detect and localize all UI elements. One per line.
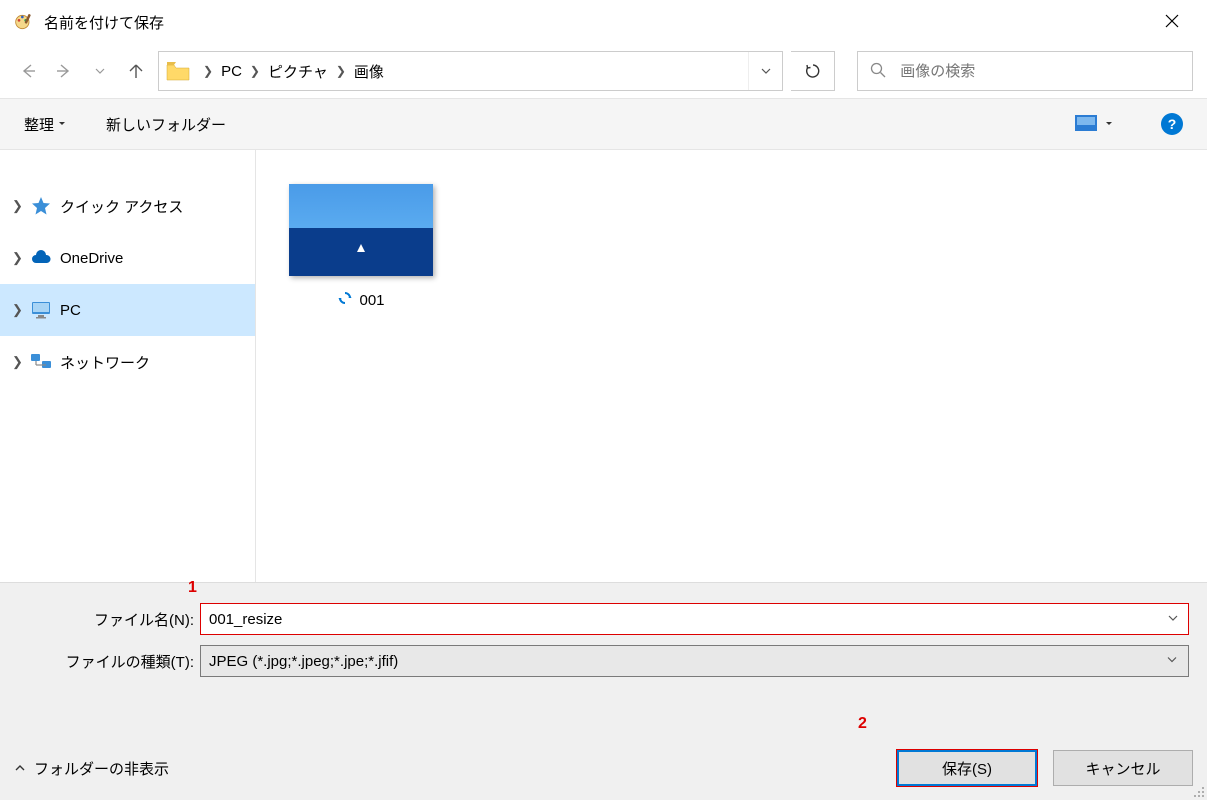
- chevron-right-icon: ❯: [12, 198, 24, 214]
- main-area: ❯ クイック アクセス ❯ OneDrive ❯ PC ❯ ネットワーク: [0, 150, 1207, 582]
- file-name: 001: [359, 292, 384, 309]
- search-input[interactable]: [900, 63, 1180, 80]
- breadcrumb-pictures[interactable]: ピクチャ: [266, 61, 330, 82]
- address-dropdown[interactable]: [748, 52, 782, 90]
- sidebar-network[interactable]: ❯ ネットワーク: [0, 336, 255, 388]
- sync-icon: [337, 290, 353, 310]
- window-title: 名前を付けて保存: [44, 12, 1151, 33]
- toolbar: 整理 新しいフォルダー ?: [0, 98, 1207, 150]
- sidebar-label: OneDrive: [60, 250, 123, 267]
- resize-grip[interactable]: [1191, 784, 1205, 798]
- annotation-2: 2: [858, 715, 867, 733]
- cancel-button[interactable]: キャンセル: [1053, 750, 1193, 786]
- refresh-button[interactable]: [791, 51, 835, 91]
- image-thumbnail: [289, 184, 433, 276]
- up-button[interactable]: [122, 57, 150, 85]
- star-icon: [30, 195, 52, 217]
- annotation-1: 1: [188, 579, 197, 597]
- titlebar: 名前を付けて保存: [0, 0, 1207, 44]
- chevron-right-icon: ❯: [250, 64, 260, 78]
- recent-dropdown[interactable]: [86, 57, 114, 85]
- sidebar-label: クイック アクセス: [60, 196, 183, 217]
- bottom-panel: 1 ファイル名(N): ファイルの種類(T): JPEG (*.jpg;*.jp…: [0, 582, 1207, 800]
- help-button[interactable]: ?: [1161, 113, 1183, 135]
- network-icon: [30, 351, 52, 373]
- pc-icon: [30, 299, 52, 321]
- chevron-up-icon: [14, 762, 26, 774]
- hide-folders-button[interactable]: フォルダーの非表示: [14, 758, 169, 779]
- sidebar-quick-access[interactable]: ❯ クイック アクセス: [0, 180, 255, 232]
- search-icon: [870, 62, 886, 80]
- view-mode-button[interactable]: [1075, 115, 1099, 133]
- save-button[interactable]: 保存(S): [897, 750, 1037, 786]
- address-bar[interactable]: ❯ PC ❯ ピクチャ ❯ 画像: [158, 51, 783, 91]
- navigation-bar: ❯ PC ❯ ピクチャ ❯ 画像: [0, 44, 1207, 98]
- file-label: 001: [337, 290, 384, 310]
- file-item[interactable]: 001: [286, 184, 436, 310]
- chevron-right-icon: ❯: [336, 64, 346, 78]
- sidebar: ❯ クイック アクセス ❯ OneDrive ❯ PC ❯ ネットワーク: [0, 150, 256, 582]
- breadcrumb: ❯ PC ❯ ピクチャ ❯ 画像: [197, 61, 748, 82]
- chevron-right-icon: ❯: [203, 64, 213, 78]
- paint-app-icon: [14, 12, 34, 32]
- close-button[interactable]: [1151, 4, 1193, 41]
- chevron-down-icon: [1166, 653, 1178, 670]
- filename-input[interactable]: [200, 603, 1189, 635]
- filetype-select[interactable]: JPEG (*.jpg;*.jpeg;*.jpe;*.jfif): [200, 645, 1189, 677]
- sidebar-pc[interactable]: ❯ PC: [0, 284, 255, 336]
- chevron-right-icon: ❯: [12, 250, 24, 266]
- forward-button[interactable]: [50, 57, 78, 85]
- chevron-right-icon: ❯: [12, 302, 24, 318]
- folder-icon: [165, 60, 191, 82]
- back-button[interactable]: [14, 57, 42, 85]
- new-folder-button[interactable]: 新しいフォルダー: [106, 114, 226, 135]
- cloud-icon: [30, 247, 52, 269]
- breadcrumb-pc[interactable]: PC: [219, 63, 244, 80]
- chevron-right-icon: ❯: [12, 354, 24, 370]
- chevron-down-icon[interactable]: [1105, 120, 1113, 128]
- breadcrumb-images[interactable]: 画像: [352, 61, 386, 82]
- filename-label: ファイル名(N):: [10, 609, 200, 630]
- sidebar-onedrive[interactable]: ❯ OneDrive: [0, 232, 255, 284]
- filetype-value: JPEG (*.jpg;*.jpeg;*.jpe;*.jfif): [209, 653, 398, 670]
- sidebar-label: PC: [60, 302, 81, 319]
- search-box[interactable]: [857, 51, 1193, 91]
- filetype-label: ファイルの種類(T):: [10, 651, 200, 672]
- sidebar-label: ネットワーク: [60, 352, 150, 373]
- organize-button[interactable]: 整理: [24, 114, 66, 135]
- chevron-down-icon: [58, 120, 66, 128]
- file-list[interactable]: 001: [256, 150, 1207, 582]
